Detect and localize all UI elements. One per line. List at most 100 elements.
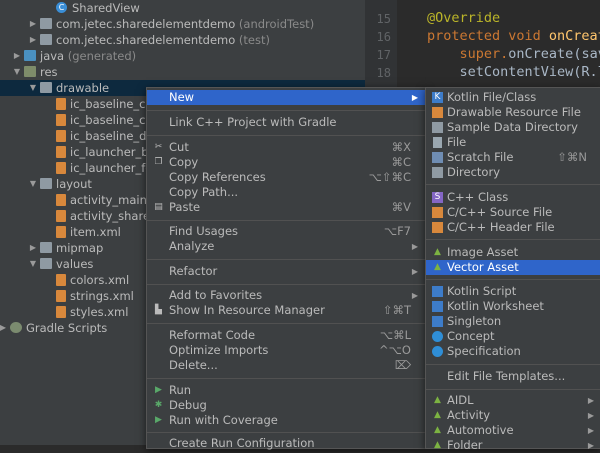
menu-item-optimize-imports[interactable]: Optimize Imports ^⌥O <box>147 343 425 358</box>
tree-item-sharedview[interactable]: C SharedView <box>0 0 365 16</box>
chevron-right-icon[interactable]: ▶ <box>0 320 8 336</box>
menu-separator <box>147 323 425 324</box>
menu-item-edit-file-templates[interactable]: Edit File Templates... <box>426 369 600 384</box>
menu-separator <box>426 279 600 280</box>
xml-file-icon <box>56 162 66 174</box>
chevron-right-icon: ▶ <box>587 426 594 435</box>
class-icon: C <box>56 2 67 13</box>
chevron-down-icon[interactable]: ▼ <box>28 80 38 96</box>
menu-item-aidl[interactable]: ▲ AIDL ▶ <box>426 393 600 408</box>
file-icon <box>433 137 442 148</box>
menu-item-refactor[interactable]: Refactor ▶ <box>147 264 425 279</box>
chevron-right-icon[interactable]: ▶ <box>28 32 38 48</box>
menu-item-singleton[interactable]: Singleton <box>426 314 600 329</box>
menu-item-kotlin-worksheet[interactable]: Kotlin Worksheet <box>426 299 600 314</box>
chevron-right-icon: ▶ <box>587 396 594 405</box>
copy-icon: ❐ <box>154 157 163 167</box>
kotlin-worksheet-icon <box>432 301 443 312</box>
menu-item-run-with-coverage[interactable]: ▶ Run with Coverage <box>147 413 425 428</box>
tree-item-res[interactable]: ▼ res <box>0 64 365 80</box>
cpp-class-icon: S <box>432 192 443 203</box>
menu-item-reformat-code[interactable]: Reformat Code ⌥⌘L <box>147 328 425 343</box>
menu-item-create-run-configuration[interactable]: Create Run Configuration <box>147 436 425 451</box>
chevron-right-icon: ▶ <box>411 291 418 300</box>
folder-icon <box>432 167 443 178</box>
cpp-source-icon <box>432 207 443 218</box>
menu-item-image-asset[interactable]: ▲ Image Asset <box>426 245 600 260</box>
tree-item-java-generated[interactable]: ▶ java (generated) <box>0 48 365 64</box>
folder-icon <box>24 66 36 77</box>
chevron-down-icon[interactable]: ▼ <box>28 176 38 192</box>
folder-icon <box>40 242 52 253</box>
folder-icon <box>40 178 52 189</box>
folder-icon <box>40 258 52 269</box>
gradle-icon <box>10 322 22 333</box>
menu-item-drawable-resource[interactable]: Drawable Resource File <box>426 105 600 120</box>
menu-item-copy-references[interactable]: Copy References ⌥⇧⌘C <box>147 170 425 185</box>
menu-item-analyze[interactable]: Analyze ▶ <box>147 239 425 254</box>
menu-item-file[interactable]: File <box>426 135 600 150</box>
chevron-right-icon[interactable]: ▶ <box>12 48 22 64</box>
menu-item-copy-path[interactable]: Copy Path... <box>147 185 425 200</box>
menu-item-concept[interactable]: Concept <box>426 329 600 344</box>
menu-separator <box>147 220 425 221</box>
resource-manager-icon: ▙ <box>155 305 162 315</box>
menu-item-run[interactable]: ▶ Run <box>147 383 425 398</box>
menu-separator <box>426 239 600 240</box>
tree-item-test-package[interactable]: ▶ com.jetec.sharedelementdemo (test) <box>0 32 365 48</box>
menu-item-kotlin-script[interactable]: Kotlin Script <box>426 284 600 299</box>
menu-item-activity[interactable]: ▲ Activity ▶ <box>426 408 600 423</box>
android-icon: ▲ <box>434 247 441 257</box>
android-icon: ▲ <box>434 410 441 420</box>
chevron-down-icon[interactable]: ▼ <box>28 256 38 272</box>
coverage-icon: ▶ <box>155 415 162 425</box>
menu-item-vector-asset[interactable]: ▲ Vector Asset <box>426 260 600 275</box>
menu-item-directory[interactable]: Directory <box>426 165 600 180</box>
menu-item-kotlin-file[interactable]: K Kotlin File/Class <box>426 90 600 105</box>
menu-separator <box>147 432 425 433</box>
chevron-right-icon: ▶ <box>587 441 594 450</box>
menu-item-specification[interactable]: Specification <box>426 344 600 359</box>
folder-icon <box>432 122 443 133</box>
menu-item-cpp-header[interactable]: C/C++ Header File <box>426 220 600 235</box>
menu-item-cpp-class[interactable]: S C++ Class <box>426 190 600 205</box>
tree-item-android-test-package[interactable]: ▶ com.jetec.sharedelementdemo (androidTe… <box>0 16 365 32</box>
menu-item-copy[interactable]: ❐ Copy ⌘C <box>147 155 425 170</box>
chevron-right-icon: ▶ <box>587 411 594 420</box>
new-submenu: K Kotlin File/Class Drawable Resource Fi… <box>425 87 600 452</box>
menu-item-find-usages[interactable]: Find Usages ⌥F7 <box>147 224 425 239</box>
chevron-down-icon[interactable]: ▼ <box>12 64 22 80</box>
menu-item-add-to-favorites[interactable]: Add to Favorites ▶ <box>147 288 425 303</box>
kotlin-file-icon: K <box>432 92 443 103</box>
chevron-right-icon: ▶ <box>411 242 418 251</box>
menu-item-link-cpp[interactable]: Link C++ Project with Gradle <box>147 115 425 130</box>
menu-separator <box>426 389 600 390</box>
menu-item-cut[interactable]: ✂ Cut ⌘X <box>147 140 425 155</box>
menu-item-show-resource-manager[interactable]: ▙ Show In Resource Manager ⇧⌘T <box>147 303 425 318</box>
xml-file-icon <box>56 306 66 318</box>
xml-file-icon <box>56 226 66 238</box>
menu-item-debug[interactable]: ✱ Debug <box>147 398 425 413</box>
menu-item-sample-data-directory[interactable]: Sample Data Directory <box>426 120 600 135</box>
scissors-icon: ✂ <box>154 142 163 152</box>
xml-file-icon <box>56 146 66 158</box>
package-icon <box>40 34 52 45</box>
xml-file-icon <box>56 290 66 302</box>
menu-separator <box>147 284 425 285</box>
menu-item-automotive[interactable]: ▲ Automotive ▶ <box>426 423 600 438</box>
menu-item-delete[interactable]: Delete... ⌦ <box>147 358 425 373</box>
menu-item-cpp-source[interactable]: C/C++ Source File <box>426 205 600 220</box>
menu-item-scratch-file[interactable]: Scratch File ⇧⌘N <box>426 150 600 165</box>
android-icon: ▲ <box>434 262 441 272</box>
menu-item-new[interactable]: New ▶ <box>147 90 425 105</box>
context-menu: New ▶ Link C++ Project with Gradle ✂ Cut… <box>146 87 426 451</box>
menu-item-folder[interactable]: ▲ Folder ▶ <box>426 438 600 453</box>
chevron-right-icon: ▶ <box>411 93 418 102</box>
clipboard-icon: ▤ <box>154 202 163 212</box>
package-icon <box>40 18 52 29</box>
menu-separator <box>147 378 425 379</box>
bug-icon: ✱ <box>154 400 163 410</box>
chevron-right-icon[interactable]: ▶ <box>28 16 38 32</box>
menu-item-paste[interactable]: ▤ Paste ⌘V <box>147 200 425 215</box>
chevron-right-icon[interactable]: ▶ <box>28 240 38 256</box>
